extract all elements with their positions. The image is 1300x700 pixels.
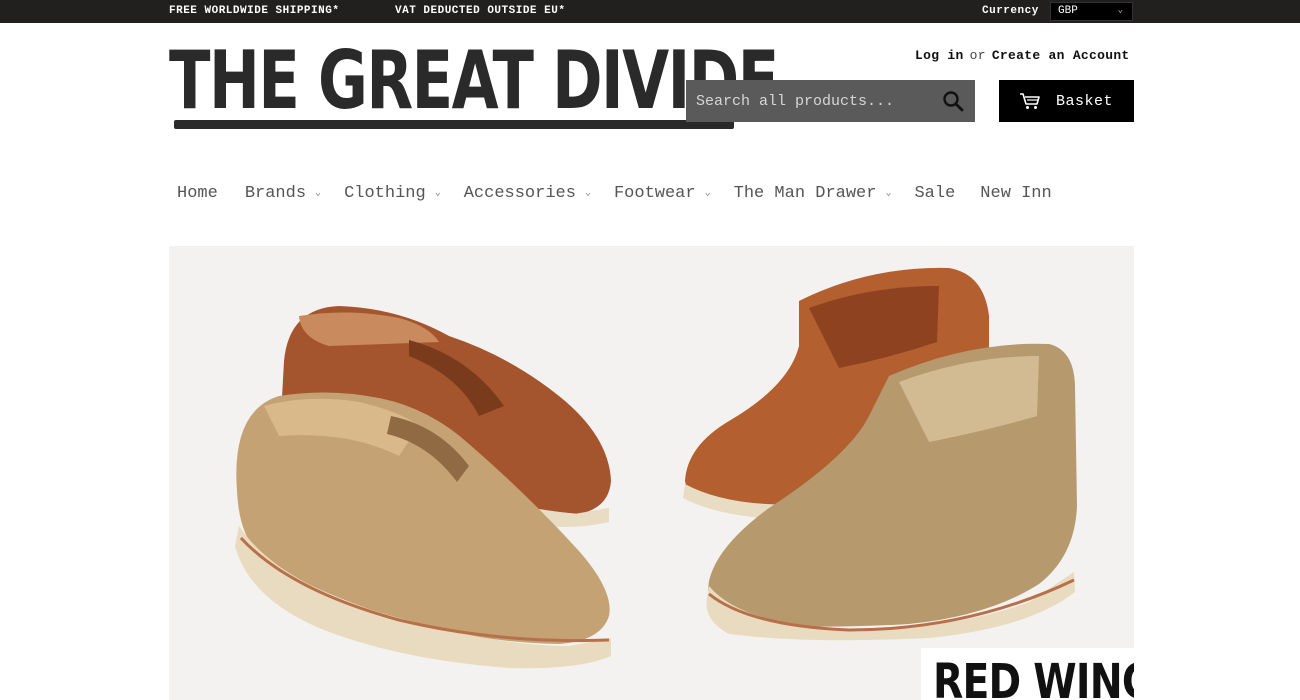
brand-label-text: RED WING — [933, 654, 1134, 700]
nav-item-label: Brands — [244, 184, 307, 203]
chevron-down-icon: ⌄ — [315, 187, 322, 199]
chevron-down-icon: ⌄ — [704, 187, 711, 199]
nav-item-label: Clothing — [344, 184, 426, 203]
nav-item-new-inn[interactable]: New Inn — [980, 184, 1051, 203]
nav-item-brands[interactable]: Brands ⌄ — [245, 184, 321, 203]
create-account-link[interactable]: Create an Account — [992, 48, 1130, 63]
basket-button[interactable]: Basket — [999, 80, 1134, 122]
chevron-down-icon: ⌄ — [434, 187, 441, 199]
main-navigation: Home Brands ⌄ Clothing ⌄ Accessories ⌄ F… — [177, 184, 1052, 203]
search-icon — [943, 91, 964, 112]
account-links: Log in or Create an Account — [915, 48, 1130, 63]
nav-item-home[interactable]: Home — [177, 184, 218, 203]
logo-underline — [174, 120, 734, 129]
currency-select[interactable]: GBP ⌄ — [1050, 2, 1133, 21]
nav-item-label: Footwear — [613, 184, 696, 203]
search-button[interactable] — [941, 89, 967, 113]
search-form — [686, 80, 975, 122]
basket-label: Basket — [1056, 92, 1114, 110]
nav-item-label: Sale — [914, 184, 956, 203]
chevron-down-icon: ⌄ — [885, 187, 892, 199]
free-shipping-notice: FREE WORLDWIDE SHIPPING* — [169, 5, 340, 17]
or-separator: or — [969, 48, 986, 63]
nav-item-the-man-drawer[interactable]: The Man Drawer ⌄ — [734, 184, 892, 203]
brand-label: RED WING — [921, 648, 1134, 700]
currency-label: Currency — [982, 5, 1039, 17]
currency-value: GBP — [1058, 5, 1078, 17]
top-announcement-bar: FREE WORLDWIDE SHIPPING* VAT DEDUCTED OU… — [0, 0, 1300, 23]
nav-item-label: New Inn — [980, 184, 1052, 203]
nav-item-clothing[interactable]: Clothing ⌄ — [344, 184, 441, 203]
cart-icon — [1020, 93, 1040, 109]
hero-banner[interactable]: RED WING — [169, 246, 1134, 700]
store-logo[interactable]: THE GREAT DIVIDE — [169, 36, 779, 132]
search-input[interactable] — [686, 80, 931, 122]
vat-notice: VAT DEDUCTED OUTSIDE EU* — [395, 5, 566, 17]
nav-item-sale[interactable]: Sale — [914, 184, 955, 203]
nav-item-label: Home — [177, 184, 218, 203]
chevron-down-icon: ⌄ — [1117, 5, 1123, 15]
nav-item-accessories[interactable]: Accessories ⌄ — [464, 184, 591, 203]
chevron-down-icon: ⌄ — [584, 187, 591, 199]
nav-item-footwear[interactable]: Footwear ⌄ — [614, 184, 711, 203]
nav-item-label: The Man Drawer — [733, 184, 877, 203]
nav-item-label: Accessories — [463, 184, 576, 203]
login-link[interactable]: Log in — [915, 48, 964, 63]
hero-shoes-image — [235, 267, 1077, 669]
